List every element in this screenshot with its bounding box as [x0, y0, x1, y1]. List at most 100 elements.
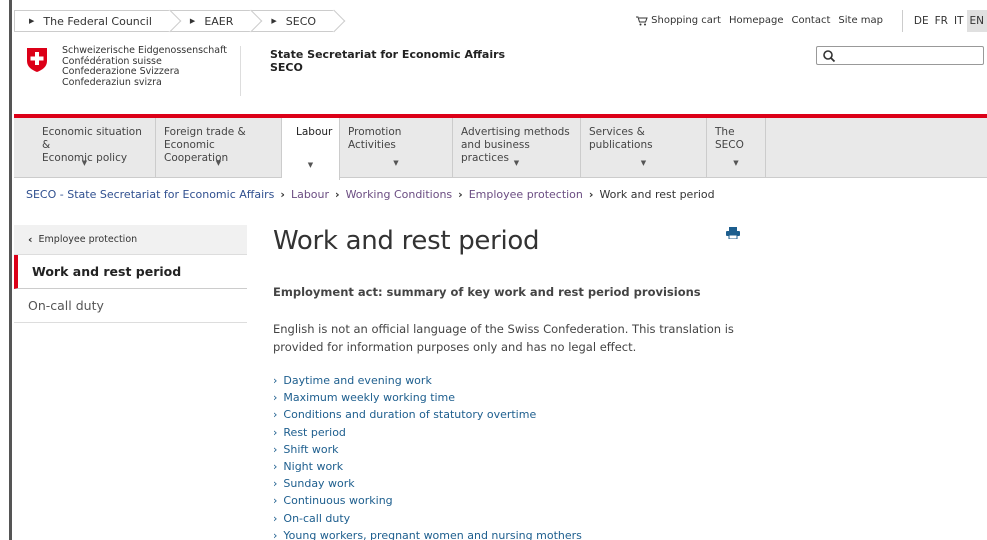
secretariat-title[interactable]: State Secretariat for Economic Affairs S… [270, 48, 505, 74]
sidebar: ‹ Employee protection Work and rest peri… [14, 225, 247, 323]
breadcrumb-working-conditions[interactable]: Working Conditions [346, 188, 453, 201]
chevron-down-icon: ▼ [513, 159, 520, 167]
secretariat-acronym: SECO [270, 61, 303, 74]
topic-link: Shift work [283, 442, 339, 456]
triangle-right-icon: ▶ [29, 17, 35, 25]
swiss-cross-logo-icon [27, 48, 47, 72]
nav-advertising-methods[interactable]: Advertising methods and business practic… [453, 118, 581, 178]
nav-labour[interactable]: Labour ▼ [282, 118, 340, 180]
breadcrumb-employee-protection[interactable]: Employee protection [469, 188, 583, 201]
topic-link: Rest period [283, 425, 346, 439]
list-item[interactable]: › Sunday work [273, 475, 582, 492]
top-breadcrumb-label: SECO [285, 14, 317, 28]
topic-link: Maximum weekly working time [283, 391, 456, 405]
language-switcher: DE FR IT EN [901, 10, 987, 32]
nav-foreign-trade[interactable]: Foreign trade & Economic Cooperation ▼ [156, 118, 282, 178]
nav-the-seco[interactable]: The SECO ▼ [707, 118, 766, 178]
lang-fr[interactable]: FR [932, 10, 951, 32]
list-item[interactable]: › On-call duty [273, 510, 582, 527]
list-item[interactable]: › Daytime and evening work [273, 372, 582, 389]
nav-label: Foreign trade & [164, 126, 246, 138]
nav-label: Labour [296, 126, 333, 138]
language-note: English is not an official language of t… [273, 322, 734, 354]
secretariat-name: State Secretariat for Economic Affairs [270, 48, 506, 61]
topic-link: Daytime and evening work [283, 374, 432, 388]
sidebar-back-employee-protection[interactable]: ‹ Employee protection [14, 225, 247, 255]
lead-text: Employment act: summary of key work and … [273, 285, 701, 299]
breadcrumb: SECO - State Secretariat for Economic Af… [26, 188, 715, 201]
topic-link: Sunday work [283, 477, 355, 491]
list-item[interactable]: › Continuous working [273, 492, 582, 509]
top-breadcrumb: ▶ The Federal Council ▶ EAER ▶ SECO [14, 9, 346, 33]
confederation-name-rm: Confederaziun svizra [62, 76, 162, 88]
list-item[interactable]: › Conditions and duration of statutory ov… [273, 406, 582, 423]
breadcrumb-separator [322, 9, 346, 33]
cart-icon [636, 16, 648, 25]
sidebar-item-on-call-duty[interactable]: On-call duty [14, 289, 247, 323]
topic-link: Night work [283, 460, 344, 474]
nav-promotion-activities[interactable]: Promotion Activities ▼ [340, 118, 453, 178]
breadcrumb-seco[interactable]: SECO - State Secretariat for Economic Af… [26, 188, 274, 201]
chevron-right-icon: › [273, 494, 278, 508]
top-bar: ▶ The Federal Council ▶ EAER ▶ SECO Shop… [14, 9, 987, 36]
nav-label: Advertising methods [461, 126, 570, 138]
topic-link: Conditions and duration of statutory ove… [283, 408, 537, 422]
topic-link: Continuous working [283, 494, 393, 508]
nav-label: Promotion Activities [348, 126, 402, 151]
top-breadcrumb-seco[interactable]: ▶ SECO [251, 9, 346, 33]
chevron-right-icon: › [273, 374, 278, 388]
chevron-left-icon: ‹ [28, 233, 33, 246]
top-links: Shopping cart Homepage Contact Site map [636, 15, 883, 26]
top-breadcrumb-label: EAER [204, 14, 234, 28]
chevron-right-icon: › [273, 511, 278, 525]
top-breadcrumb-eaer[interactable]: ▶ EAER [169, 9, 263, 33]
sitemap-link[interactable]: Site map [838, 15, 883, 26]
chevron-right-icon: › [458, 188, 463, 201]
chevron-right-icon: › [273, 460, 278, 474]
nav-label: Economic situation & [42, 126, 142, 151]
lang-de[interactable]: DE [911, 10, 932, 32]
topic-link-list: › Daytime and evening work › Maximum weekl… [273, 372, 582, 540]
homepage-link[interactable]: Homepage [729, 15, 784, 26]
breadcrumb-labour[interactable]: Labour [291, 188, 329, 201]
topic-link: Young workers, pregnant women and nursin… [283, 528, 582, 540]
lang-it[interactable]: IT [951, 10, 967, 32]
main-navigation: Economic situation & Economic policy ▼ F… [14, 118, 987, 180]
lang-en[interactable]: EN [966, 10, 987, 32]
top-breadcrumb-label: The Federal Council [43, 14, 152, 28]
list-item[interactable]: › Maximum weekly working time [273, 389, 582, 406]
page-title: Work and rest period [273, 226, 540, 256]
shopping-cart-link[interactable]: Shopping cart [636, 15, 721, 26]
chevron-down-icon: ▼ [640, 159, 647, 167]
confederation-names: Schweizerische Eidgenossenschaft Confédé… [62, 45, 227, 88]
sidebar-item-work-and-rest-period[interactable]: Work and rest period [14, 255, 247, 289]
chevron-down-icon: ▼ [81, 159, 88, 167]
sidebar-back-label: Employee protection [38, 234, 138, 245]
triangle-right-icon: ▶ [271, 17, 277, 25]
search-input[interactable] [816, 46, 984, 65]
chevron-down-icon: ▼ [733, 159, 739, 167]
search-icon [823, 50, 836, 63]
chevron-right-icon: › [588, 188, 594, 201]
chevron-right-icon: › [273, 425, 278, 439]
chevron-right-icon: › [273, 391, 278, 405]
list-item[interactable]: › Night work [273, 458, 582, 475]
chevron-down-icon: ▼ [393, 159, 399, 167]
print-icon[interactable] [726, 227, 740, 239]
nav-label: The SECO [715, 126, 744, 151]
nav-services-publications[interactable]: Services & publications ▼ [581, 118, 707, 178]
list-item[interactable]: › Rest period [273, 424, 582, 441]
chevron-down-icon: ▼ [307, 161, 314, 169]
top-breadcrumb-federal-council[interactable]: ▶ The Federal Council [14, 9, 182, 33]
breadcrumb-current: Work and rest period [599, 188, 715, 201]
nav-economic-situation[interactable]: Economic situation & Economic policy ▼ [14, 118, 156, 178]
chevron-right-icon: › [273, 442, 278, 456]
federal-logo-area[interactable]: Schweizerische Eidgenossenschaft Confédé… [26, 45, 241, 96]
nav-label: Services & publications [589, 126, 653, 151]
confederation-name-it: Confederazione Svizzera [62, 66, 180, 77]
contact-link[interactable]: Contact [791, 15, 830, 26]
list-item[interactable]: › Young workers, pregnant women and nursi… [273, 527, 582, 540]
list-item[interactable]: › Shift work [273, 441, 582, 458]
chevron-right-icon: › [335, 188, 340, 201]
window-left-edge [0, 0, 12, 540]
